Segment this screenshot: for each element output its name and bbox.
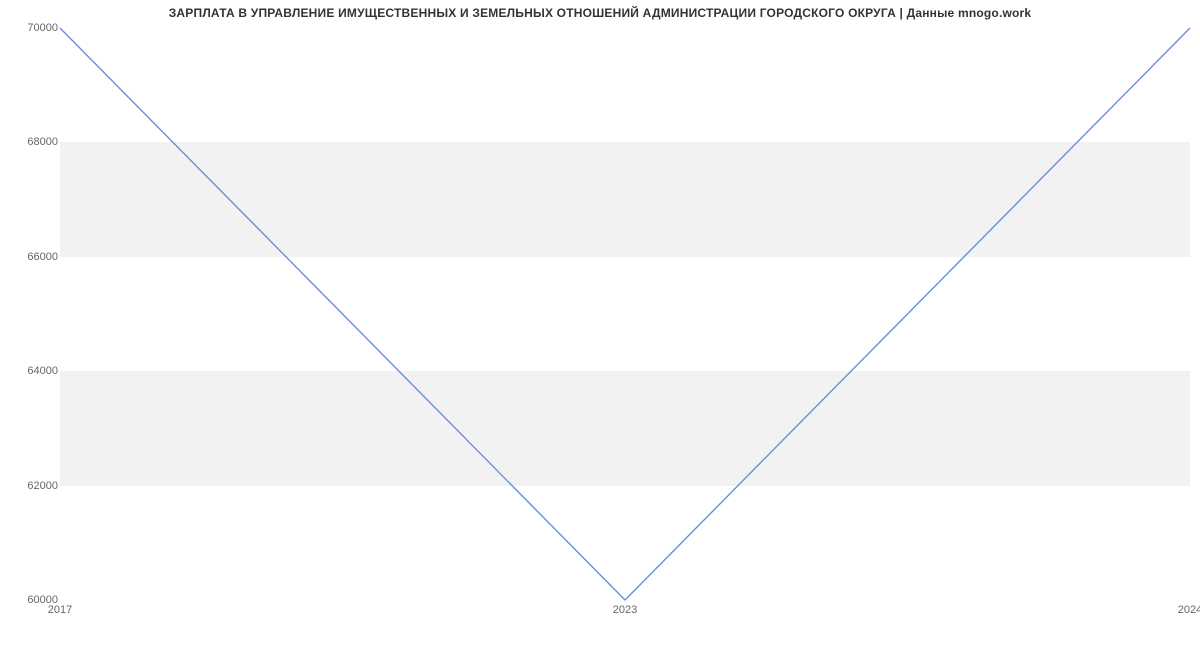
y-tick-label: 68000 [8,136,58,148]
chart-title: ЗАРПЛАТА В УПРАВЛЕНИЕ ИМУЩЕСТВЕННЫХ И ЗЕ… [0,0,1200,20]
y-tick-label: 70000 [8,22,58,34]
x-tick-label: 2017 [48,604,72,616]
y-tick-label: 64000 [8,365,58,377]
y-tick-label: 66000 [8,251,58,263]
x-tick-label: 2024 [1178,604,1200,616]
line-series-layer [60,28,1190,600]
x-tick-label: 2023 [613,604,637,616]
plot-area [60,28,1190,600]
y-tick-label: 62000 [8,480,58,492]
series-line [60,28,1190,600]
